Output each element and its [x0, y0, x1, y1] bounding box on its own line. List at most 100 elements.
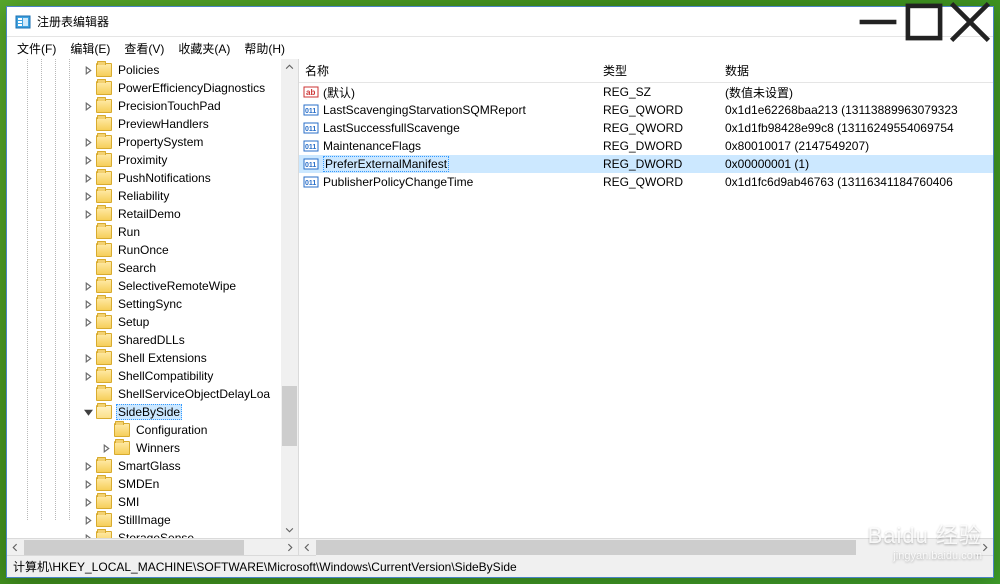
- menu-view[interactable]: 查看(V): [118, 38, 170, 59]
- regedit-icon: [15, 14, 31, 30]
- chevron-right-icon[interactable]: [83, 533, 94, 539]
- tree-item[interactable]: Reliability: [7, 187, 298, 205]
- tree-item[interactable]: Search: [7, 259, 298, 277]
- value-row[interactable]: 011PublisherPolicyChangeTimeREG_QWORD0x1…: [299, 173, 993, 191]
- menu-favorites[interactable]: 收藏夹(A): [172, 38, 236, 59]
- tree-item[interactable]: Winners: [7, 439, 298, 457]
- scroll-right-icon[interactable]: [976, 539, 993, 556]
- tree-item[interactable]: SMI: [7, 493, 298, 511]
- tree-item-label: SMI: [116, 495, 141, 509]
- tree-item[interactable]: PrecisionTouchPad: [7, 97, 298, 115]
- close-button[interactable]: [947, 7, 993, 36]
- chevron-right-icon[interactable]: [83, 281, 94, 292]
- folder-icon: [96, 531, 112, 538]
- tree-item-label: SMDEn: [116, 477, 161, 491]
- tree-item[interactable]: SelectiveRemoteWipe: [7, 277, 298, 295]
- chevron-right-icon[interactable]: [83, 191, 94, 202]
- tree-pane: PoliciesPowerEfficiencyDiagnosticsPrecis…: [7, 59, 299, 555]
- tree-horizontal-scrollbar[interactable]: [7, 538, 298, 555]
- folder-icon: [96, 81, 112, 95]
- tree-item[interactable]: Run: [7, 223, 298, 241]
- chevron-right-icon[interactable]: [83, 209, 94, 220]
- folder-icon: [96, 225, 112, 239]
- scroll-right-icon[interactable]: [281, 539, 298, 556]
- chevron-right-icon[interactable]: [83, 317, 94, 328]
- chevron-right-icon[interactable]: [83, 173, 94, 184]
- value-name: LastScavengingStarvationSQMReport: [323, 103, 526, 117]
- maximize-button[interactable]: [901, 7, 947, 36]
- svg-text:011: 011: [305, 108, 316, 115]
- folder-icon: [96, 261, 112, 275]
- value-row[interactable]: 011MaintenanceFlagsREG_DWORD0x80010017 (…: [299, 137, 993, 155]
- tree-scrollbar-thumb[interactable]: [282, 386, 297, 446]
- tree-item[interactable]: StorageSense: [7, 529, 298, 538]
- scroll-up-icon[interactable]: [281, 59, 298, 76]
- menu-edit[interactable]: 编辑(E): [64, 38, 116, 59]
- menu-help[interactable]: 帮助(H): [238, 38, 291, 59]
- value-data: 0x1d1fc6d9ab46763 (13116341184760406: [719, 175, 993, 189]
- tree-item[interactable]: RetailDemo: [7, 205, 298, 223]
- tree-item[interactable]: Configuration: [7, 421, 298, 439]
- chevron-right-icon[interactable]: [83, 497, 94, 508]
- chevron-right-icon[interactable]: [83, 65, 94, 76]
- binary-value-icon: 011: [303, 156, 319, 172]
- tree-item-label: Proximity: [116, 153, 169, 167]
- chevron-right-icon[interactable]: [83, 353, 94, 364]
- value-type: REG_DWORD: [597, 139, 719, 153]
- chevron-right-icon[interactable]: [83, 155, 94, 166]
- menu-file[interactable]: 文件(F): [11, 38, 62, 59]
- column-name[interactable]: 名称: [299, 59, 597, 82]
- tree-hscroll-thumb[interactable]: [24, 540, 244, 555]
- tree-item[interactable]: ShellCompatibility: [7, 367, 298, 385]
- tree-item[interactable]: PushNotifications: [7, 169, 298, 187]
- tree-item[interactable]: Setup: [7, 313, 298, 331]
- value-row[interactable]: 011PreferExternalManifestREG_DWORD0x0000…: [299, 155, 993, 173]
- tree-item[interactable]: PowerEfficiencyDiagnostics: [7, 79, 298, 97]
- tree-item[interactable]: SmartGlass: [7, 457, 298, 475]
- tree-item[interactable]: StillImage: [7, 511, 298, 529]
- titlebar[interactable]: 注册表编辑器: [7, 7, 993, 37]
- tree-item[interactable]: RunOnce: [7, 241, 298, 259]
- chevron-right-icon[interactable]: [83, 461, 94, 472]
- tree-item[interactable]: PreviewHandlers: [7, 115, 298, 133]
- value-type: REG_QWORD: [597, 175, 719, 189]
- scroll-left-icon[interactable]: [7, 539, 24, 556]
- tree-item-label: Winners: [134, 441, 182, 455]
- value-row[interactable]: 011LastSuccessfullScavengeREG_QWORD0x1d1…: [299, 119, 993, 137]
- minimize-button[interactable]: [855, 7, 901, 36]
- tree-item[interactable]: Proximity: [7, 151, 298, 169]
- tree-item[interactable]: ShellServiceObjectDelayLoa: [7, 385, 298, 403]
- scroll-down-icon[interactable]: [281, 521, 298, 538]
- list-horizontal-scrollbar[interactable]: [299, 538, 993, 555]
- chevron-down-icon[interactable]: [83, 407, 94, 418]
- tree-item[interactable]: PropertySystem: [7, 133, 298, 151]
- tree-item[interactable]: Shell Extensions: [7, 349, 298, 367]
- column-data[interactable]: 数据: [719, 59, 993, 82]
- svg-text:011: 011: [305, 126, 316, 133]
- value-data: (数值未设置): [719, 84, 993, 101]
- values-pane: 名称 类型 数据 ab(默认)REG_SZ(数值未设置) 011 LastScave…: [299, 59, 993, 555]
- tree-item[interactable]: SettingSync: [7, 295, 298, 313]
- chevron-right-icon[interactable]: [83, 299, 94, 310]
- binary-value-icon: 011: [303, 120, 319, 136]
- chevron-right-icon[interactable]: [83, 137, 94, 148]
- folder-icon: [96, 153, 112, 167]
- tree-vertical-scrollbar[interactable]: [281, 59, 298, 538]
- value-row[interactable]: ab(默认)REG_SZ(数值未设置): [299, 83, 993, 101]
- tree-item-label: PushNotifications: [116, 171, 213, 185]
- tree-item-label: Shell Extensions: [116, 351, 209, 365]
- list-hscroll-thumb[interactable]: [316, 540, 856, 555]
- column-type[interactable]: 类型: [597, 59, 719, 82]
- tree-item[interactable]: SMDEn: [7, 475, 298, 493]
- chevron-right-icon[interactable]: [101, 443, 112, 454]
- chevron-right-icon[interactable]: [83, 515, 94, 526]
- chevron-right-icon[interactable]: [83, 371, 94, 382]
- value-row[interactable]: 011LastScavengingStarvationSQMReportREG_…: [299, 101, 993, 119]
- chevron-right-icon[interactable]: [83, 479, 94, 490]
- tree-item[interactable]: SharedDLLs: [7, 331, 298, 349]
- tree-item[interactable]: SideBySide: [7, 403, 298, 421]
- tree-item[interactable]: Policies: [7, 61, 298, 79]
- chevron-right-icon[interactable]: [83, 101, 94, 112]
- scroll-left-icon[interactable]: [299, 539, 316, 556]
- value-name: PreferExternalManifest: [323, 156, 449, 172]
